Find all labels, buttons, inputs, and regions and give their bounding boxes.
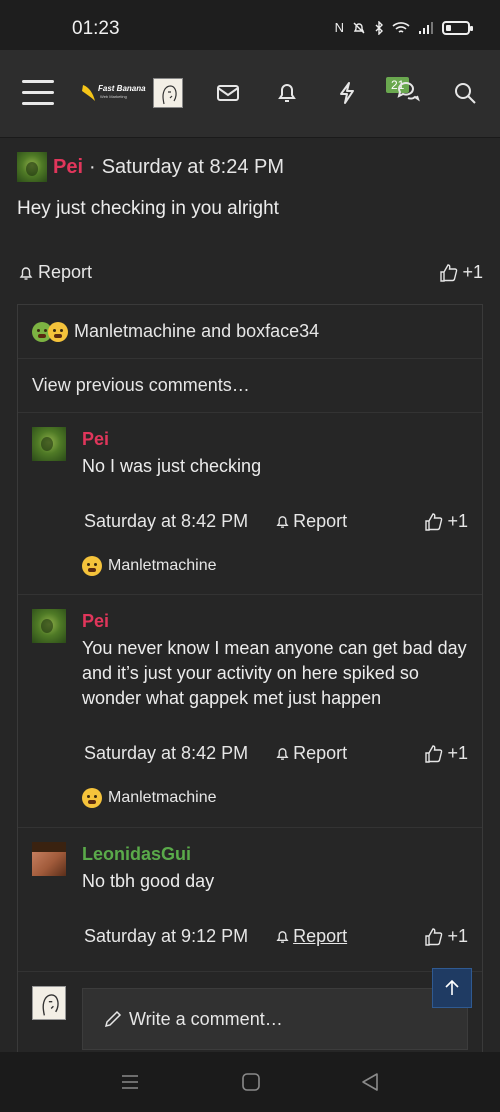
bell-icon [276,516,289,528]
app-header: Fast Banana Web Marketing 21 [0,50,500,138]
comment-thread: Manletmachine and boxface34 View previou… [17,304,483,1064]
post-actions: Report +1 [17,262,483,283]
menu-icon[interactable] [22,80,54,106]
report-label: Report [38,262,93,282]
view-previous-comments[interactable]: View previous comments… [18,359,482,413]
home-icon[interactable] [241,1072,261,1092]
post-separator: · [89,155,96,178]
comment-meta: Saturday at 8:42 PM Report +1 [84,743,468,764]
battery-icon [442,20,473,35]
report-button[interactable]: Report [274,511,347,532]
crying-laughing-emoji-icon [48,321,68,342]
user-avatar[interactable] [153,78,183,108]
thumbs-up-icon [440,263,458,282]
recents-icon[interactable] [120,1072,140,1092]
comment-item: Pei No I was just checking Saturday at 8… [18,413,482,595]
report-button[interactable]: Report [274,743,347,764]
bell-icon [276,748,289,760]
reaction-names[interactable]: Manletmachine and boxface34 [74,321,319,342]
bell-icon[interactable] [274,80,300,106]
comment-date[interactable]: Saturday at 8:42 PM [84,511,248,532]
like-label: +1 [447,743,468,763]
bell-icon [19,266,33,280]
reply-row: Write a comment… [18,972,482,1052]
comment-meta: Saturday at 9:12 PM Report +1 [84,926,468,947]
comment-text: No I was just checking [82,456,262,476]
report-label: Report [293,743,348,763]
current-user-avatar [32,986,66,1020]
report-label: Report [293,511,348,531]
comment-meta: Saturday at 8:42 PM Report +1 [84,511,468,532]
report-label: Report [293,926,348,946]
scroll-to-top-button[interactable] [432,968,472,1008]
comment-date[interactable]: Saturday at 8:42 PM [84,743,248,764]
signal-icon [419,21,433,34]
lightning-icon[interactable] [334,80,360,106]
comment-placeholder: Write a comment… [129,1008,283,1029]
comment-author[interactable]: LeonidasGui [82,844,191,865]
comment-avatar[interactable] [32,427,66,461]
like-label: +1 [447,926,468,946]
status-time: 01:23 [72,18,120,39]
comment-author[interactable]: Pei [82,429,109,450]
like-button[interactable]: +1 [439,262,483,283]
crying-laughing-emoji-icon [82,556,102,576]
bell-icon [276,931,289,943]
comment-input[interactable]: Write a comment… [82,988,468,1050]
logo-text: Fast Banana [98,84,146,93]
report-button[interactable]: Report [17,262,92,283]
conversations-icon[interactable] [394,80,420,106]
mail-icon[interactable] [215,80,241,106]
post-author[interactable]: Pei [53,156,83,179]
like-label: +1 [462,262,483,282]
post-date[interactable]: Saturday at 8:24 PM [102,156,284,179]
pencil-icon [104,1010,122,1028]
comment-reactions[interactable]: Manletmachine [82,556,217,576]
author-avatar[interactable] [17,152,47,182]
like-button[interactable]: +1 [424,511,468,532]
thumbs-up-icon [425,512,443,531]
bluetooth-icon [375,20,383,35]
reaction-name: Manletmachine [108,789,217,806]
like-button[interactable]: +1 [424,743,468,764]
thumbs-up-icon [425,927,443,946]
report-button[interactable]: Report [274,926,347,947]
comment-avatar[interactable] [32,842,66,876]
wifi-icon [392,21,410,33]
site-logo[interactable]: Fast Banana Web Marketing [80,83,146,105]
system-navigation-bar [0,1052,500,1112]
comment-date[interactable]: Saturday at 9:12 PM [84,926,248,947]
search-icon[interactable] [452,80,478,106]
reaction-name: Manletmachine [108,557,217,574]
post-body: Hey just checking in you alright [17,198,279,219]
like-label: +1 [447,511,468,531]
comment-item: Pei You never know I mean anyone can get… [18,595,482,828]
like-button[interactable]: +1 [424,926,468,947]
thumbs-up-icon [425,744,443,763]
comment-text: You never know I mean anyone can get bad… [82,638,467,708]
comment-avatar[interactable] [32,609,66,643]
mute-icon [353,22,365,33]
comment-author[interactable]: Pei [82,611,109,632]
logo-subtext: Web Marketing [100,94,127,99]
nfc-icon: N [334,20,344,35]
reactions-summary[interactable]: Manletmachine and boxface34 [18,305,482,359]
arrow-up-icon [445,979,459,995]
crying-laughing-emoji-icon [82,788,102,808]
status-bar: 01:23 N [0,0,500,50]
comment-item: LeonidasGui No tbh good day Saturday at … [18,828,482,972]
back-icon[interactable] [360,1072,380,1092]
banana-icon [82,85,95,101]
status-icons: N [334,20,473,35]
comment-text: No tbh good day [82,871,215,891]
post-header: Pei · Saturday at 8:24 PM [17,152,284,182]
comment-reactions[interactable]: Manletmachine [82,788,217,808]
